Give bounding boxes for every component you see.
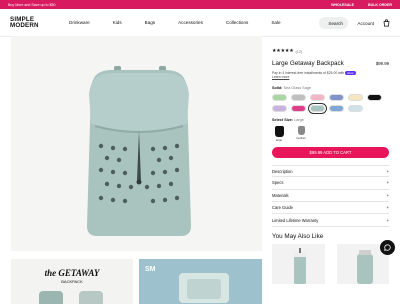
size-large[interactable]: large	[272, 125, 286, 142]
product-title: Large Getaway Backpack	[272, 60, 344, 67]
size-medium[interactable]: medium	[294, 125, 308, 142]
accordion-specs-label: Specs	[272, 180, 284, 186]
size-large-icon	[274, 125, 284, 137]
size-large-label: large	[275, 137, 283, 142]
size-label-value: Large	[294, 117, 304, 122]
tumbler-image	[294, 247, 306, 284]
swatch-9[interactable]	[329, 104, 344, 112]
search-button[interactable]: Search	[319, 17, 349, 29]
swatch-10[interactable]	[348, 104, 363, 112]
installments-text: Pay in 4 interest-free installments of $…	[272, 71, 389, 80]
swatch-0[interactable]	[272, 93, 287, 101]
plus-icon: +	[386, 192, 389, 198]
accordion-materials[interactable]: Materials +	[272, 190, 389, 202]
account-link[interactable]: Account	[357, 21, 374, 26]
swatch-1[interactable]	[291, 93, 306, 101]
site-header: SIMPLE MODERN Drinkware Kids Bags Access…	[0, 9, 400, 37]
thumb-brand-sub: BACKPACK	[61, 279, 83, 284]
color-label: Solid: Sea Glass Sage	[272, 86, 389, 90]
chat-icon	[384, 244, 391, 251]
promo-bar: Buy More and Save up to $50 WHOLESALE BU…	[0, 0, 400, 9]
you-may-also-like-heading: You May Also Like	[272, 232, 324, 240]
size-label-key: Select Size:	[272, 117, 294, 122]
installments-copy: Pay in 4 interest-free installments of $…	[272, 71, 345, 75]
product-price: $99.99	[375, 61, 389, 66]
plus-icon: +	[386, 205, 389, 211]
swatch-6[interactable]	[272, 104, 287, 112]
swatch-5[interactable]	[367, 93, 382, 101]
size-medium-icon	[297, 125, 305, 135]
shop-pay-badge: shop	[345, 71, 356, 75]
wholesale-link[interactable]: WHOLESALE	[331, 3, 354, 7]
swatch-3[interactable]	[329, 93, 344, 101]
accordion-materials-label: Materials	[272, 192, 289, 198]
swatch-7[interactable]	[291, 104, 306, 112]
plus-icon: +	[386, 168, 389, 174]
gallery-thumb-lifestyle[interactable]: SM	[139, 259, 262, 304]
nav-drinkware[interactable]: Drinkware	[69, 20, 90, 25]
nav-kids[interactable]: Kids	[113, 20, 122, 25]
size-label: Select Size: Large	[272, 118, 389, 122]
getaway-thumb-image: the GETAWAY BACKPACK	[39, 268, 103, 304]
brand-logo[interactable]: SIMPLE MODERN	[10, 17, 46, 28]
accordion-warranty-label: Limited Lifetime Warranty	[272, 217, 319, 223]
swatch-4[interactable]	[348, 93, 363, 101]
plus-icon: +	[386, 217, 389, 223]
plus-icon: +	[386, 180, 389, 186]
recommendations	[272, 243, 389, 284]
nav-bags[interactable]: Bags	[145, 20, 155, 25]
color-label-value: Sea Glass Sage	[283, 85, 312, 90]
rating[interactable]: ★★★★★ (12)	[272, 49, 389, 54]
swatch-8-selected[interactable]	[308, 102, 327, 114]
thumb-lifestyle-text: SM	[145, 266, 156, 273]
backpack-image	[87, 66, 191, 236]
thumb-brand-text: the GETAWAY	[45, 268, 101, 278]
rating-stars: ★★★★★	[272, 49, 294, 54]
color-label-key: Solid:	[272, 85, 283, 90]
learn-more-link[interactable]: Learn more	[272, 75, 389, 79]
size-options: large medium	[272, 125, 389, 142]
review-count: (12)	[295, 49, 303, 54]
product-accordion: Description + Specs + Materials + Care Guid…	[272, 164, 389, 227]
recommendation-card-1[interactable]	[272, 243, 325, 284]
gallery-thumb-brand[interactable]: the GETAWAY BACKPACK	[11, 259, 133, 304]
product-info: ★★★★★ (12) Large Getaway Backpack $99.99…	[272, 49, 389, 284]
product-main-image[interactable]	[11, 36, 262, 251]
bulk-order-link[interactable]: BULK ORDER	[368, 3, 392, 7]
nav-sale[interactable]: Sale	[271, 20, 280, 25]
nav-accessories[interactable]: Accessories	[178, 20, 203, 25]
promo-text[interactable]: Buy More and Save up to $50	[8, 3, 56, 7]
lifestyle-thumb-image: SM	[139, 259, 262, 304]
cart-icon[interactable]	[383, 19, 390, 27]
accordion-care-label: Care Guide	[272, 205, 293, 211]
chat-button[interactable]	[380, 240, 395, 255]
add-to-cart-button[interactable]: $99.99 ADD TO CART	[272, 146, 389, 158]
search-label: Search	[328, 20, 343, 26]
accordion-description-label: Description	[272, 168, 293, 174]
main-nav: Drinkware Kids Bags Accessories Collecti…	[69, 20, 281, 25]
accordion-specs[interactable]: Specs +	[272, 177, 389, 190]
nav-collections[interactable]: Collections	[226, 20, 248, 25]
accordion-description[interactable]: Description +	[272, 164, 389, 178]
size-medium-label: medium	[296, 135, 306, 140]
color-swatches	[272, 93, 389, 114]
swatch-2[interactable]	[310, 93, 325, 101]
logo-line2: MODERN	[10, 21, 39, 29]
accordion-care-guide[interactable]: Care Guide +	[272, 202, 389, 215]
accordion-warranty[interactable]: Limited Lifetime Warranty +	[272, 214, 389, 227]
